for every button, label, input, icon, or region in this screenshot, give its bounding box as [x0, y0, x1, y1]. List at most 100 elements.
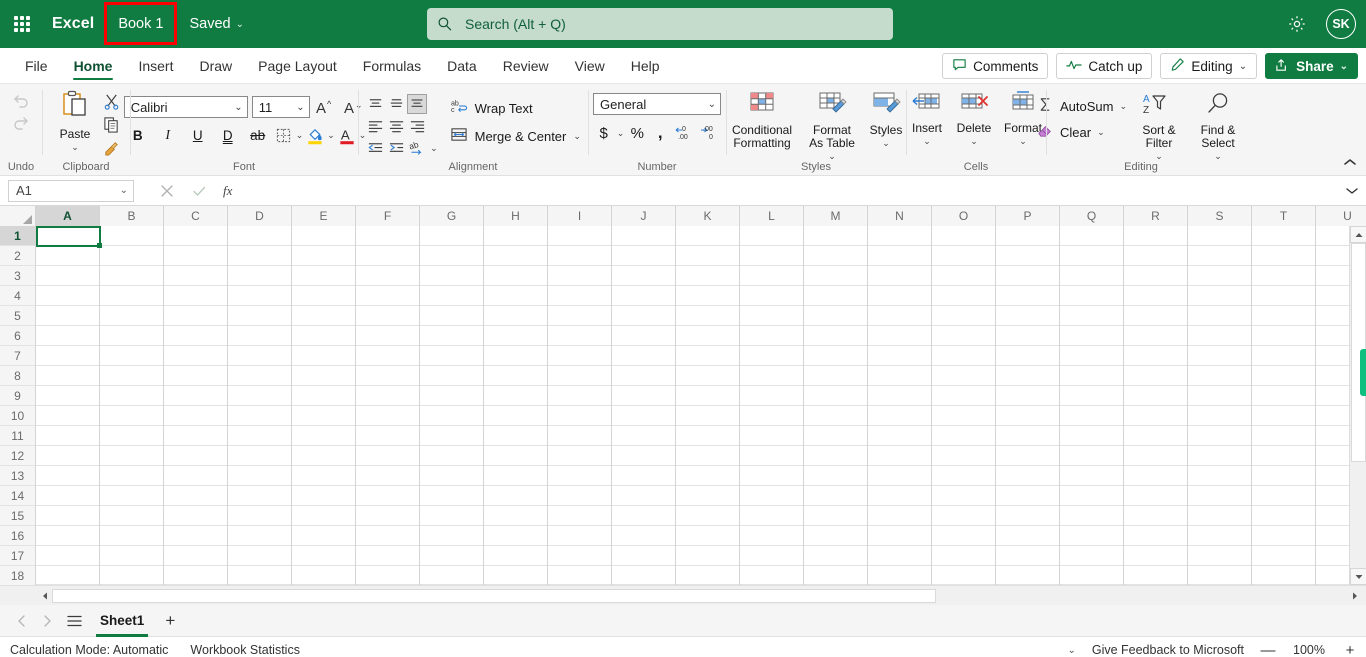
column-header-D[interactable]: D: [228, 206, 292, 226]
tab-help[interactable]: Help: [618, 48, 673, 83]
merge-center-button[interactable]: Merge & Center ⌄: [450, 126, 581, 146]
column-header-B[interactable]: B: [100, 206, 164, 226]
tab-view[interactable]: View: [562, 48, 618, 83]
column-header-F[interactable]: F: [356, 206, 420, 226]
column-header-M[interactable]: M: [804, 206, 868, 226]
scroll-right-arrow-icon[interactable]: [1348, 589, 1362, 603]
formula-input[interactable]: [258, 179, 1340, 202]
row-header-3[interactable]: 3: [0, 266, 35, 286]
row-header-5[interactable]: 5: [0, 306, 35, 326]
text-orientation-icon[interactable]: ab: [407, 138, 427, 158]
cell-styles-button[interactable]: Styles ⌄: [864, 88, 908, 152]
zoom-level[interactable]: 100%: [1292, 643, 1326, 657]
vertical-scroll-track[interactable]: [1350, 243, 1366, 568]
column-header-C[interactable]: C: [164, 206, 228, 226]
column-header-H[interactable]: H: [484, 206, 548, 226]
italic-button[interactable]: I: [154, 124, 182, 146]
comma-style-icon[interactable]: ,: [650, 123, 670, 143]
row-header-11[interactable]: 11: [0, 426, 35, 446]
zoom-out-button[interactable]: —: [1260, 642, 1276, 657]
borders-icon[interactable]: [274, 125, 294, 145]
document-title[interactable]: Book 1: [110, 12, 171, 36]
align-right-icon[interactable]: [407, 116, 427, 136]
underline-button[interactable]: U: [184, 124, 212, 146]
double-underline-button[interactable]: D: [214, 124, 242, 146]
align-left-icon[interactable]: [365, 116, 385, 136]
scissors-icon[interactable]: [101, 91, 121, 111]
expand-formula-bar-button[interactable]: [1342, 187, 1362, 195]
increase-font-size-icon[interactable]: A ^: [314, 97, 338, 117]
scroll-down-arrow-icon[interactable]: [1350, 568, 1366, 585]
column-header-A[interactable]: A: [36, 206, 100, 226]
all-sheets-icon[interactable]: [60, 608, 88, 634]
vertical-scrollbar[interactable]: [1349, 226, 1366, 585]
row-header-8[interactable]: 8: [0, 366, 35, 386]
insert-cells-button[interactable]: Insert ⌄: [905, 88, 949, 150]
share-button[interactable]: Share ⌄: [1265, 53, 1358, 79]
conditional-formatting-button[interactable]: Conditional Formatting: [724, 88, 800, 152]
currency-icon[interactable]: $: [594, 123, 614, 143]
clear-button[interactable]: Clear ⌄: [1037, 122, 1127, 142]
horizontal-scroll-thumb[interactable]: [52, 588, 936, 603]
row-header-17[interactable]: 17: [0, 546, 35, 566]
tab-data[interactable]: Data: [434, 48, 490, 83]
row-header-15[interactable]: 15: [0, 506, 35, 526]
tab-formulas[interactable]: Formulas: [350, 48, 434, 83]
status-options-chevron-icon[interactable]: ⌄: [1067, 645, 1075, 656]
column-header-K[interactable]: K: [676, 206, 740, 226]
currency-chevron-icon[interactable]: ⌄: [617, 128, 625, 139]
borders-chevron-icon[interactable]: ⌄: [296, 130, 304, 141]
chevron-left-icon[interactable]: [8, 608, 34, 634]
decrease-decimal-icon[interactable]: .00 0: [698, 123, 720, 143]
row-header-13[interactable]: 13: [0, 466, 35, 486]
column-header-G[interactable]: G: [420, 206, 484, 226]
tab-review[interactable]: Review: [490, 48, 562, 83]
tab-home[interactable]: Home: [61, 48, 126, 83]
fill-handle[interactable]: [97, 243, 102, 248]
wrap-text-button[interactable]: ab c Wrap Text: [450, 98, 581, 118]
row-header-6[interactable]: 6: [0, 326, 35, 346]
tab-file[interactable]: File: [12, 48, 61, 83]
scroll-left-arrow-icon[interactable]: [38, 589, 52, 603]
column-header-Q[interactable]: Q: [1060, 206, 1124, 226]
add-sheet-button[interactable]: +: [156, 608, 184, 634]
app-launcher-icon[interactable]: [0, 0, 44, 48]
column-header-E[interactable]: E: [292, 206, 356, 226]
workbook-statistics-button[interactable]: Workbook Statistics: [190, 643, 300, 657]
row-header-14[interactable]: 14: [0, 486, 35, 506]
zoom-in-button[interactable]: +: [1342, 642, 1358, 657]
gear-icon[interactable]: [1282, 9, 1312, 39]
fx-icon[interactable]: fx: [222, 182, 240, 200]
decrease-indent-icon[interactable]: [365, 138, 385, 158]
column-header-U[interactable]: U: [1316, 206, 1366, 226]
row-header-2[interactable]: 2: [0, 246, 35, 266]
orientation-chevron-icon[interactable]: ⌄: [430, 143, 438, 154]
confirm-check-icon[interactable]: [190, 182, 208, 200]
fill-color-chevron-icon[interactable]: ⌄: [327, 130, 335, 141]
app-name[interactable]: Excel: [52, 15, 94, 33]
search-input[interactable]: [463, 15, 883, 33]
row-header-4[interactable]: 4: [0, 286, 35, 306]
align-bottom-icon[interactable]: [407, 94, 428, 114]
tab-page-layout[interactable]: Page Layout: [245, 48, 350, 83]
format-as-table-button[interactable]: Format As Table ⌄: [802, 88, 862, 165]
select-all-corner-icon[interactable]: [0, 206, 36, 226]
autosum-button[interactable]: AutoSum ⌄: [1037, 96, 1127, 116]
font-family-combo[interactable]: Calibri ⌄: [123, 96, 248, 118]
column-header-R[interactable]: R: [1124, 206, 1188, 226]
undo-arrow-icon[interactable]: [11, 90, 31, 110]
redo-arrow-icon[interactable]: [11, 112, 31, 132]
align-center-icon[interactable]: [386, 116, 406, 136]
column-header-P[interactable]: P: [996, 206, 1060, 226]
cancel-x-icon[interactable]: [158, 182, 176, 200]
column-header-I[interactable]: I: [548, 206, 612, 226]
increase-decimal-icon[interactable]: 0.00: [673, 123, 695, 143]
format-painter-icon[interactable]: [101, 137, 121, 157]
collapse-ribbon-button[interactable]: [1340, 153, 1360, 171]
increase-indent-icon[interactable]: [386, 138, 406, 158]
row-header-18[interactable]: 18: [0, 566, 35, 585]
avatar[interactable]: SK: [1326, 9, 1356, 39]
strikethrough-button[interactable]: ab: [244, 124, 272, 146]
tab-insert[interactable]: Insert: [125, 48, 186, 83]
name-box[interactable]: A1 ⌄: [8, 179, 134, 202]
